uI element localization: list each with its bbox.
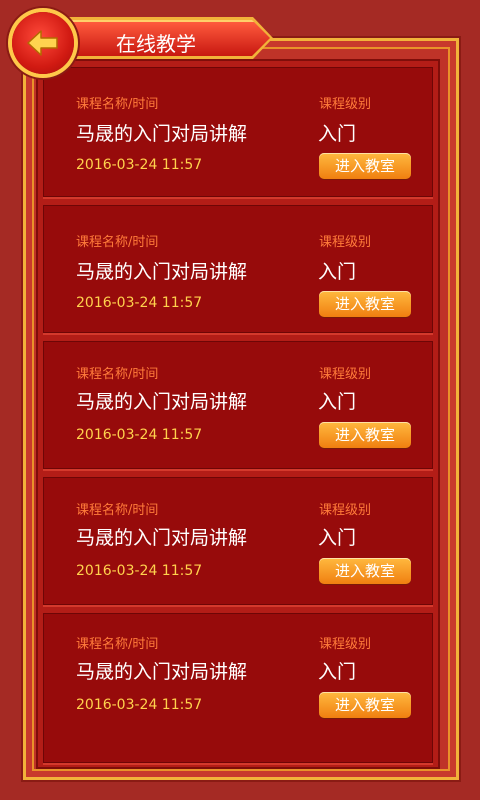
enter-classroom-button[interactable]: 进入教室 bbox=[319, 291, 411, 317]
back-button[interactable] bbox=[12, 12, 74, 74]
course-level: 入门 bbox=[318, 391, 357, 413]
course-card: 课程名称/时间 课程级别 马晟的入门对局讲解 入门 2016-03-24 11:… bbox=[43, 205, 433, 333]
course-time: 2016-03-24 11:57 bbox=[76, 427, 203, 443]
course-list[interactable]: 课程名称/时间 课程级别 马晟的入门对局讲解 入门 2016-03-24 11:… bbox=[36, 59, 440, 769]
course-level: 入门 bbox=[318, 261, 357, 283]
course-time: 2016-03-24 11:57 bbox=[76, 157, 203, 173]
course-card: 课程名称/时间 课程级别 马晟的入门对局讲解 入门 2016-03-24 11:… bbox=[43, 613, 433, 763]
course-level-label: 课程级别 bbox=[319, 503, 372, 518]
course-name-label: 课程名称/时间 bbox=[76, 367, 159, 382]
content-frame: 课程名称/时间 课程级别 马晟的入门对局讲解 入门 2016-03-24 11:… bbox=[23, 38, 459, 780]
page-title: 在线教学 bbox=[116, 32, 196, 56]
course-name: 马晟的入门对局讲解 bbox=[76, 527, 248, 549]
course-name: 马晟的入门对局讲解 bbox=[76, 123, 248, 145]
course-level: 入门 bbox=[318, 527, 357, 549]
course-name-label: 课程名称/时间 bbox=[76, 97, 159, 112]
course-time: 2016-03-24 11:57 bbox=[76, 295, 203, 311]
enter-classroom-button[interactable]: 进入教室 bbox=[319, 153, 411, 179]
course-name-label: 课程名称/时间 bbox=[76, 235, 159, 250]
enter-classroom-button[interactable]: 进入教室 bbox=[319, 692, 411, 718]
arrow-left-icon bbox=[27, 30, 58, 56]
course-card: 课程名称/时间 课程级别 马晟的入门对局讲解 入门 2016-03-24 11:… bbox=[43, 477, 433, 605]
course-time: 2016-03-24 11:57 bbox=[76, 563, 203, 579]
enter-classroom-button[interactable]: 进入教室 bbox=[319, 558, 411, 584]
course-level: 入门 bbox=[318, 661, 357, 683]
course-time: 2016-03-24 11:57 bbox=[76, 697, 203, 713]
course-name: 马晟的入门对局讲解 bbox=[76, 661, 248, 683]
course-name: 马晟的入门对局讲解 bbox=[76, 261, 248, 283]
course-name-label: 课程名称/时间 bbox=[76, 503, 159, 518]
course-name: 马晟的入门对局讲解 bbox=[76, 391, 248, 413]
course-level-label: 课程级别 bbox=[319, 367, 372, 382]
course-level-label: 课程级别 bbox=[319, 235, 372, 250]
course-name-label: 课程名称/时间 bbox=[76, 637, 159, 652]
enter-classroom-button[interactable]: 进入教室 bbox=[319, 422, 411, 448]
course-card: 课程名称/时间 课程级别 马晟的入门对局讲解 入门 2016-03-24 11:… bbox=[43, 341, 433, 469]
course-card: 课程名称/时间 课程级别 马晟的入门对局讲解 入门 2016-03-24 11:… bbox=[43, 67, 433, 197]
course-level-label: 课程级别 bbox=[319, 97, 372, 112]
course-level: 入门 bbox=[318, 123, 357, 145]
course-level-label: 课程级别 bbox=[319, 637, 372, 652]
